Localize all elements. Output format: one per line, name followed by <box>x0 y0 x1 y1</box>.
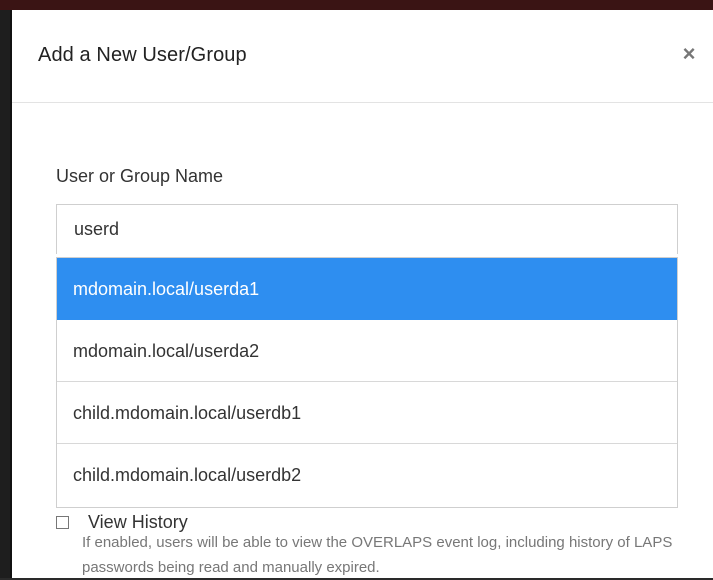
view-history-help-text: If enabled, users will be able to view t… <box>82 534 673 576</box>
user-group-name-label: User or Group Name <box>56 166 224 186</box>
close-icon[interactable]: × <box>678 43 700 65</box>
dialog-title: Add a New User/Group <box>38 44 247 66</box>
add-user-group-dialog: Add a New User/Group × User or Group Nam… <box>10 10 713 578</box>
suggestion-item[interactable]: child.mdomain.local/userdb2 <box>57 444 677 507</box>
user-group-search-input[interactable] <box>56 204 678 254</box>
background-page-strip <box>0 0 713 10</box>
suggestion-item[interactable]: mdomain.local/userda1 <box>57 258 677 320</box>
view-history-checkbox[interactable] <box>56 516 69 529</box>
suggestion-item[interactable]: mdomain.local/userda2 <box>57 320 677 382</box>
dialog-header: Add a New User/Group × <box>12 10 713 103</box>
suggestion-dropdown: mdomain.local/userda1 mdomain.local/user… <box>56 257 678 508</box>
suggestion-item[interactable]: child.mdomain.local/userdb1 <box>57 382 677 444</box>
